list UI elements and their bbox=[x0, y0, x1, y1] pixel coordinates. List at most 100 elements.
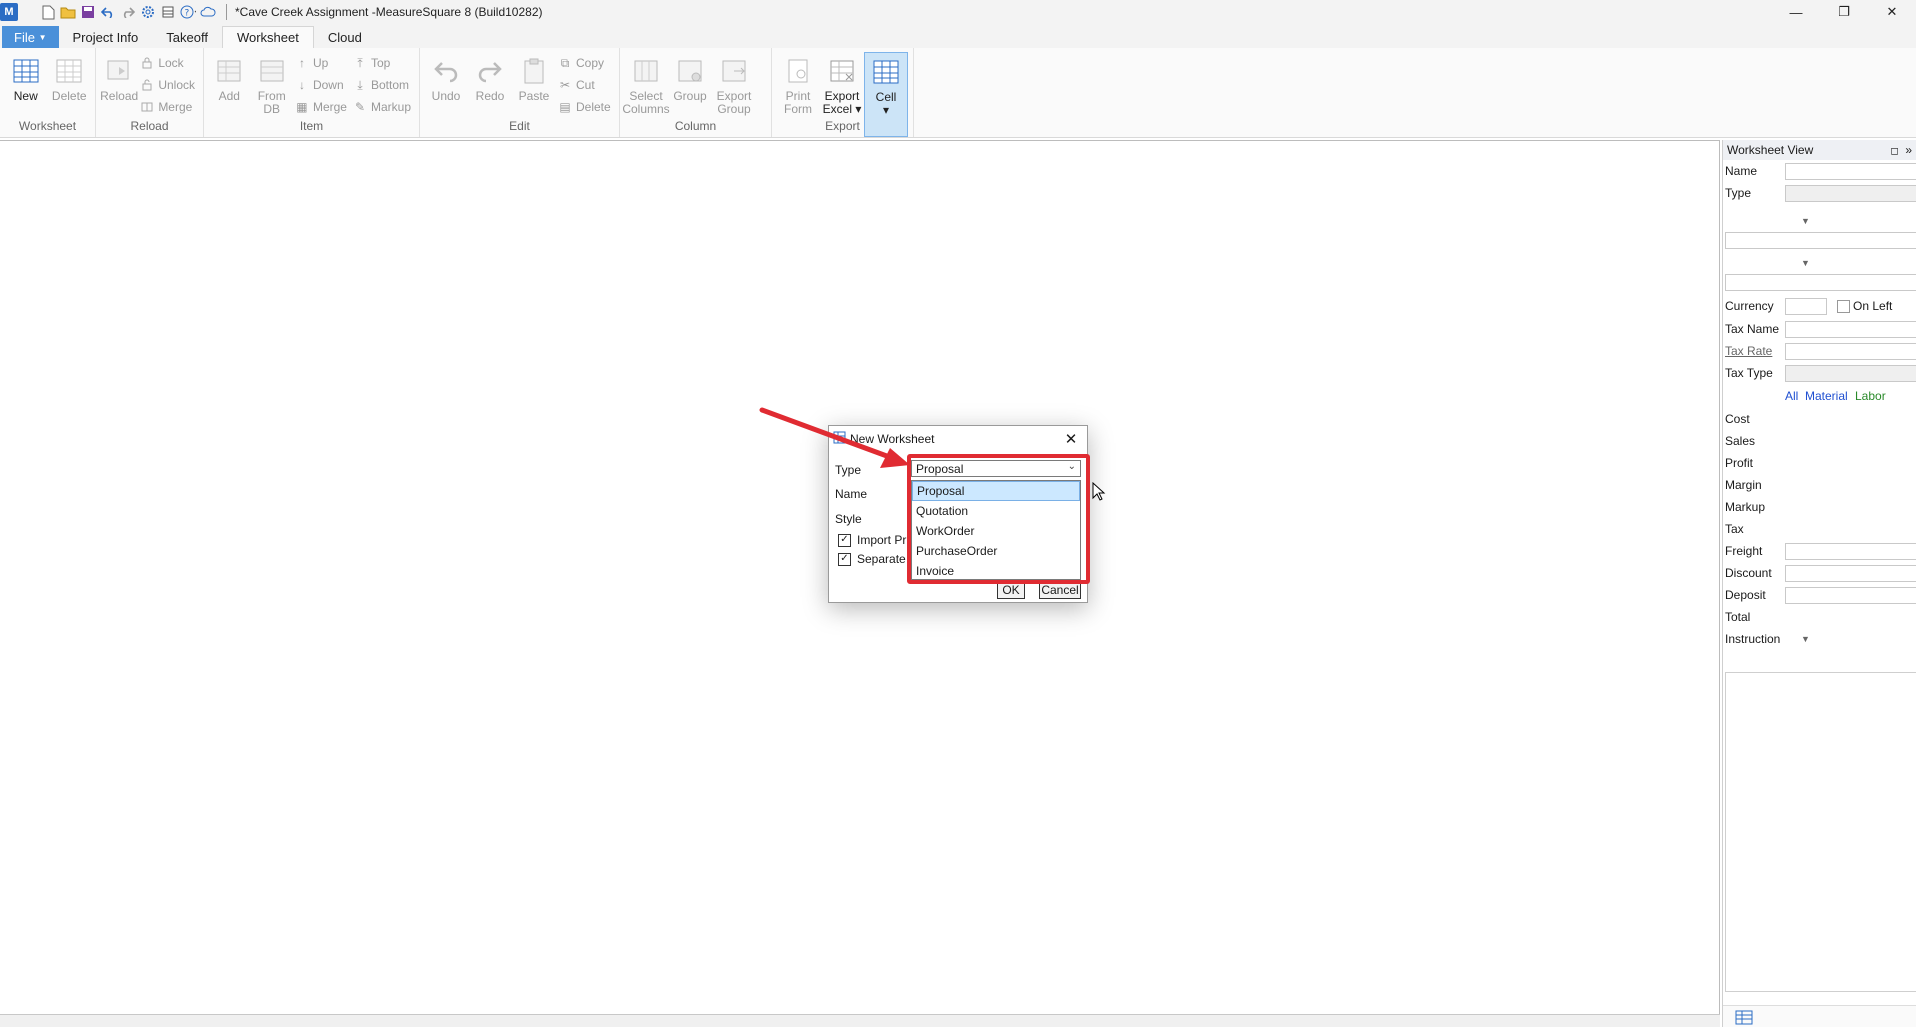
close-icon[interactable]: ✕ bbox=[1061, 429, 1081, 449]
ribbon: New Delete Worksheet Reload Lock Unlock … bbox=[0, 48, 1916, 138]
window-title: *Cave Creek Assignment -MeasureSquare 8 … bbox=[235, 5, 543, 19]
move-down-button[interactable]: ↓ Down bbox=[295, 76, 347, 94]
filter-all-link[interactable]: All bbox=[1785, 389, 1798, 403]
deposit-input[interactable] bbox=[1785, 586, 1916, 604]
move-top-button[interactable]: ⤒ Top bbox=[353, 54, 411, 72]
group-label-column: Column bbox=[674, 119, 717, 133]
currency-label: Currency bbox=[1725, 299, 1774, 313]
tax-type-select[interactable] bbox=[1785, 364, 1916, 382]
filter-labor-link[interactable]: Labor bbox=[1855, 389, 1886, 403]
on-left-checkbox[interactable] bbox=[1837, 299, 1850, 313]
open-folder-icon[interactable] bbox=[60, 4, 76, 20]
tab-project-info[interactable]: Project Info bbox=[59, 26, 153, 48]
separate-checkbox[interactable]: ✓ bbox=[838, 552, 851, 566]
tax-rate-input[interactable] bbox=[1785, 342, 1916, 360]
minimize-button[interactable]: — bbox=[1772, 0, 1820, 24]
export-excel-icon bbox=[827, 56, 857, 86]
custom-field-2[interactable] bbox=[1725, 274, 1916, 291]
select-columns-icon bbox=[631, 56, 661, 86]
undo-icon[interactable] bbox=[100, 4, 116, 20]
tax-rate-link[interactable]: Tax Rate bbox=[1723, 344, 1785, 358]
name-label: Name bbox=[1725, 164, 1758, 178]
tab-takeoff[interactable]: Takeoff bbox=[152, 26, 222, 48]
cell-grid-icon bbox=[871, 57, 901, 87]
move-up-button[interactable]: ↑ Up bbox=[295, 54, 347, 72]
separate-checkbox-label: Separate bbox=[857, 552, 906, 566]
discount-input[interactable] bbox=[1785, 564, 1916, 582]
chevron-down-icon[interactable]: ▼ bbox=[1801, 258, 1810, 268]
move-bottom-button[interactable]: ⤓ Bottom bbox=[353, 76, 411, 94]
cut-label: Cut bbox=[576, 78, 595, 92]
merge-item-button[interactable]: ▦ Merge bbox=[295, 98, 347, 116]
panel-controls: ◻ » bbox=[1890, 143, 1912, 157]
type-select[interactable] bbox=[1785, 184, 1916, 202]
filter-material-link[interactable]: Material bbox=[1805, 389, 1848, 403]
markup-button[interactable]: ✎ Markup bbox=[353, 98, 411, 116]
window-controls: — ❐ ✕ bbox=[1772, 0, 1916, 24]
merge-label: Merge bbox=[158, 100, 193, 114]
float-panel-icon[interactable]: ◻ bbox=[1890, 146, 1898, 157]
app-logo-icon[interactable]: M bbox=[0, 3, 18, 21]
undo-label: Undo bbox=[431, 89, 461, 103]
markup-label: Markup bbox=[370, 100, 411, 114]
group-label-worksheet: Worksheet bbox=[18, 119, 77, 133]
cloud-icon[interactable] bbox=[200, 4, 216, 20]
tab-cloud[interactable]: Cloud bbox=[314, 26, 376, 48]
status-bar bbox=[0, 1014, 1720, 1027]
import-checkbox[interactable]: ✓ bbox=[838, 533, 851, 547]
worksheet-grid-icon[interactable] bbox=[1735, 1009, 1753, 1027]
merge-icon bbox=[140, 100, 154, 114]
panel-header: Worksheet View ◻ » bbox=[1723, 140, 1916, 160]
instruction-textarea[interactable] bbox=[1725, 672, 1916, 992]
restore-button[interactable]: ❐ bbox=[1820, 0, 1868, 24]
panel-footer bbox=[1723, 1005, 1916, 1027]
name-input[interactable] bbox=[1785, 162, 1916, 180]
save-icon[interactable] bbox=[80, 4, 96, 20]
separate-checkbox-row[interactable]: ✓ Separate bbox=[838, 552, 906, 566]
database-icon[interactable] bbox=[160, 4, 176, 20]
ribbon-group-reload: Reload Lock Unlock Merge Reload bbox=[96, 48, 204, 137]
tab-worksheet[interactable]: Worksheet bbox=[221, 26, 314, 48]
profit-label: Profit bbox=[1725, 456, 1754, 470]
merge-grid-icon: ▦ bbox=[296, 100, 308, 114]
add-item-icon bbox=[214, 56, 244, 86]
cut-button[interactable]: ✂ Cut bbox=[558, 76, 611, 94]
svg-text:?: ? bbox=[185, 9, 190, 19]
settings-gear-icon[interactable] bbox=[140, 4, 156, 20]
currency-row: Currency On Left bbox=[1723, 295, 1916, 317]
dialog-title-bar: New Worksheet bbox=[829, 426, 1087, 452]
redo-icon[interactable] bbox=[120, 4, 136, 20]
copy-button[interactable]: ⧉ Copy bbox=[558, 54, 611, 72]
delete-edit-button[interactable]: ▤ Delete bbox=[558, 98, 610, 116]
lock-button[interactable]: Lock bbox=[140, 54, 195, 72]
redo-large-icon bbox=[475, 56, 505, 86]
paste-icon bbox=[519, 56, 549, 86]
new-file-icon[interactable] bbox=[40, 4, 56, 20]
undo-large-icon bbox=[431, 56, 461, 86]
currency-select[interactable] bbox=[1785, 297, 1827, 315]
chevron-down-icon[interactable]: ▼ bbox=[1801, 216, 1810, 226]
type-label: Type bbox=[1725, 186, 1752, 200]
chevron-down-icon[interactable]: ▼ bbox=[1801, 634, 1810, 644]
mouse-cursor-icon bbox=[1092, 482, 1106, 501]
type-row: Type bbox=[1723, 182, 1916, 204]
unlock-button[interactable]: Unlock bbox=[140, 76, 195, 94]
arrow-down-icon: ↓ bbox=[298, 78, 305, 92]
help-icon[interactable]: ? bbox=[180, 4, 196, 20]
custom-field-1[interactable] bbox=[1725, 232, 1916, 249]
cell-label: Cell ▾ bbox=[875, 90, 897, 117]
tax-name-row: Tax Name bbox=[1723, 318, 1916, 340]
tab-file[interactable]: File ▼ bbox=[2, 26, 59, 48]
tax-name-select[interactable] bbox=[1785, 320, 1916, 338]
ribbon-group-column: Select Columns Group Export Group Column bbox=[620, 48, 772, 137]
select-columns-label: Select Columns bbox=[622, 89, 670, 116]
freight-input[interactable] bbox=[1785, 542, 1916, 560]
collapse-panel-icon[interactable]: » bbox=[1905, 143, 1912, 157]
import-checkbox-row[interactable]: ✓ Import Pr bbox=[838, 533, 906, 547]
close-window-button[interactable]: ✕ bbox=[1868, 0, 1916, 24]
panel-title: Worksheet View bbox=[1727, 143, 1814, 157]
freight-row: Freight bbox=[1723, 540, 1916, 562]
merge-reload-button[interactable]: Merge bbox=[140, 98, 195, 116]
copy-label: Copy bbox=[576, 56, 605, 70]
sales-row: Sales bbox=[1723, 430, 1916, 452]
